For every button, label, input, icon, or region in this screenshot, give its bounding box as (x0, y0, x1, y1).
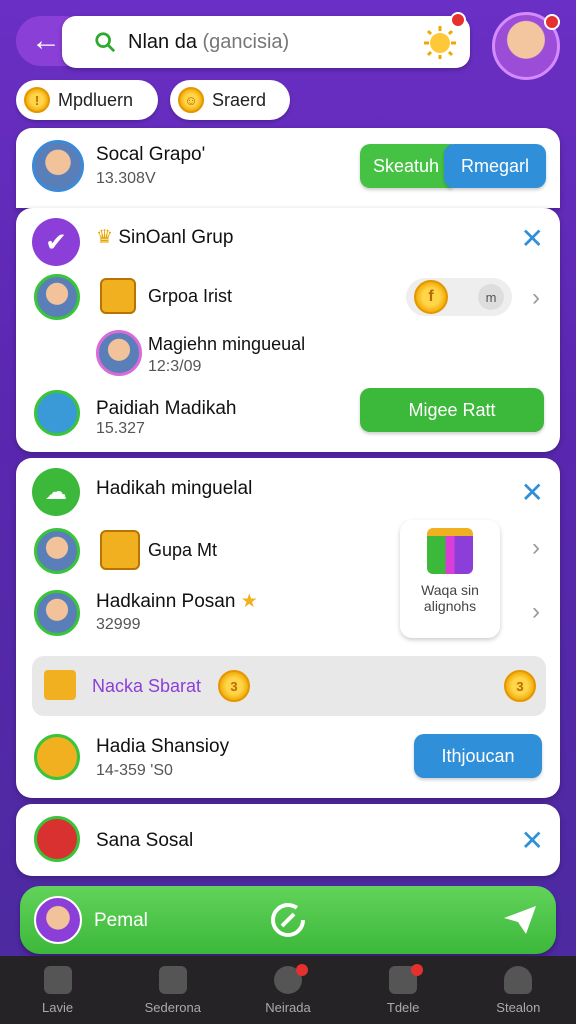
row-sub: 32999 (96, 616, 141, 633)
reward-badge: m (478, 284, 504, 310)
tab-activity[interactable]: Neirada (238, 963, 338, 1015)
notification-dot (411, 963, 424, 976)
coin-icon: 3 (504, 670, 536, 702)
chest-icon (100, 278, 136, 314)
tab-home[interactable]: Lavie (8, 965, 108, 1015)
home-icon (43, 965, 72, 994)
close-icon[interactable]: ✕ (521, 222, 544, 255)
person-icon (504, 965, 533, 994)
group-section-3: Sana Sosal ✕ (16, 804, 560, 876)
chat-icon: ☁ (32, 468, 80, 516)
chevron-right-icon[interactable]: › (532, 534, 540, 562)
coin-icon: 3 (218, 670, 250, 702)
chip-mpdluern[interactable]: ! Mpdluern (16, 80, 158, 120)
chip-label: Mpdluern (58, 89, 134, 110)
chevron-right-icon[interactable]: › (532, 598, 540, 626)
profile-notification-dot (544, 14, 560, 30)
group-count: 13.308V (96, 170, 156, 187)
section-title-text: SinOanl Grup (118, 227, 234, 248)
reward-pill[interactable]: f m (406, 278, 512, 316)
tab-bar: Lavie Sederona Neirada Tdele Stealon (0, 956, 576, 1024)
sun-icon[interactable] (422, 24, 458, 60)
group-title: Socal Grapo' (96, 144, 206, 165)
row-title: Magiehn mingueual (148, 334, 306, 354)
avatar (34, 816, 80, 862)
tab-label: Tdele (386, 999, 420, 1015)
cta-bar[interactable]: Pemal (20, 886, 556, 954)
chip-sraerd[interactable]: ☺ Sraerd (170, 80, 290, 120)
send-icon[interactable] (504, 906, 536, 934)
tab-profile[interactable]: Stealon (468, 965, 568, 1015)
row-sub: 14-359 'S0 (96, 762, 173, 779)
row-title: Paidiah Madikah (96, 398, 237, 419)
row-title: Hadia Shansioy (96, 736, 230, 757)
search-button[interactable]: Skeatuh (360, 144, 452, 188)
close-icon[interactable]: ✕ (521, 476, 544, 509)
avatar (34, 590, 80, 636)
search-value[interactable]: Nlan da (128, 31, 197, 53)
merge-button[interactable]: Migee Ratt (360, 388, 544, 432)
gift-icon (427, 528, 473, 574)
tab-list[interactable]: Sederona (123, 965, 223, 1015)
row-sub: 15.327 (96, 420, 145, 437)
row-title: Gupa Mt (148, 540, 218, 560)
close-icon[interactable]: ✕ (521, 824, 544, 857)
tab-label: Lavie (42, 999, 74, 1015)
row-title-text: Hadkainn Posan (96, 591, 236, 612)
list-icon (158, 965, 187, 994)
notification-dot (450, 12, 466, 28)
refresh-icon[interactable] (268, 900, 308, 940)
avatar (32, 140, 84, 192)
banner[interactable]: Nacka Sbarat 3 3 (32, 656, 546, 716)
chevron-right-icon[interactable]: › (532, 284, 540, 312)
cta-label: Pemal (94, 910, 148, 931)
join-button[interactable]: Ithjoucan (414, 734, 542, 778)
tab-label: Sederona (144, 999, 201, 1015)
social-group-card: Socal Grapo' 13.308V Skeatuh Rmegarl (16, 128, 560, 208)
avatar (34, 734, 80, 780)
avatar (34, 390, 80, 436)
section-title: Sana Sosal (96, 830, 194, 851)
banner-text: Nacka Sbarat (92, 676, 202, 696)
star-icon: ★ (240, 591, 258, 612)
promo-line-1: Waqa sin (421, 582, 479, 598)
chip-label: Sraerd (212, 89, 267, 110)
notification-dot (295, 963, 308, 976)
crown-icon: ♛ (96, 227, 114, 248)
coin-icon: ! (24, 87, 50, 113)
avatar (34, 528, 80, 574)
search-icon (95, 32, 116, 53)
coin-icon: ☺ (178, 87, 204, 113)
tab-label: Neirada (265, 999, 311, 1015)
section-title: Hadikah minguelal (96, 478, 253, 499)
group-section-1: ✔ ♛ SinOanl Grup ✕ Grpoa Irist f m › Mag… (16, 208, 560, 452)
group-section-2: ☁ Hadikah minguelal ✕ Gupa Mt Hadkainn P… (16, 458, 560, 798)
board-icon (100, 530, 140, 570)
search-placeholder: (gancisia) (202, 30, 290, 53)
row-title: Hadkainn Posan ★ (96, 590, 258, 613)
avatar (34, 896, 82, 944)
section-title: ♛ SinOanl Grup (96, 226, 233, 249)
avatar (34, 274, 80, 320)
check-icon: ✔ (32, 218, 80, 266)
tab-favorites[interactable]: Tdele (353, 963, 453, 1015)
tab-label: Stealon (496, 999, 541, 1015)
promo-card[interactable]: Waqa sin alignohs (400, 520, 500, 638)
avatar (96, 330, 142, 376)
promo-line-2: alignohs (423, 598, 477, 614)
arrow-left-icon: ← (31, 24, 61, 57)
remegall-button[interactable]: Rmegarl (444, 144, 546, 188)
row-sub: 12:3/09 (148, 358, 202, 375)
coin-icon: f (414, 280, 448, 314)
row-title: Grpoa Irist (148, 286, 233, 306)
ticket-icon (44, 670, 76, 700)
search-bar[interactable]: Nlan da (gancisia) (62, 12, 470, 68)
